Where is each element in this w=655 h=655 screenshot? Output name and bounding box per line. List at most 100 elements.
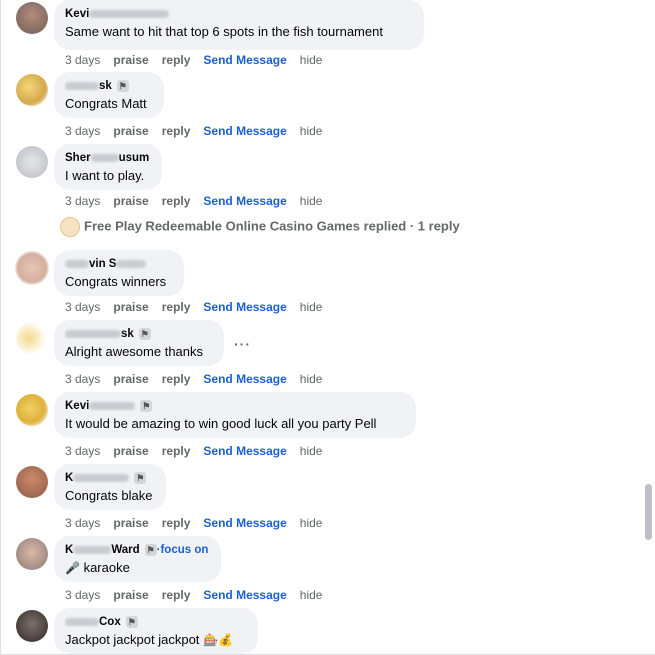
comment-actions: 3 days praise reply Send Message hide [65,194,335,208]
comment-bubble: Cox ⚑ Jackpot jackpot jackpot 🎰💰 [54,608,258,654]
avatar[interactable] [16,2,48,34]
commenter-name[interactable]: K Ward ⚑ ·focus on [65,543,209,557]
money-bag-icon: 💰 [217,633,233,647]
replies-text: Free Play Redeemable Online Casino Games… [84,218,460,234]
comment-actions: 3 days praise reply Send Message hide [65,53,335,67]
comment-text: Congrats blake [65,488,153,503]
avatar[interactable] [16,252,48,284]
send-message-button[interactable]: Send Message [203,372,286,386]
comment-actions: 3 days praise reply Send Message hide [65,300,335,314]
praise-button[interactable]: praise [113,588,148,602]
reply-button[interactable]: reply [162,53,191,67]
commenter-name[interactable]: vin S [65,257,172,271]
hide-button[interactable]: hide [300,194,323,208]
comment-text: I want to play. [65,168,145,183]
comment-bubble: sk ⚑ Congrats Matt [54,72,164,118]
flag-icon: ⚑ [140,399,153,412]
comment-actions: 3 days praise reply Send Message hide [65,372,335,386]
comment-text: Same want to hit that top 6 spots in the… [65,24,383,39]
send-message-button[interactable]: Send Message [203,588,286,602]
reply-button[interactable]: reply [162,588,191,602]
commenter-name[interactable]: K ⚑ [65,471,154,485]
send-message-button[interactable]: Send Message [203,124,286,138]
commenter-name[interactable]: Kevi [65,7,412,21]
more-options-icon[interactable]: ··· [234,336,251,352]
comment-text: Congrats Matt [65,96,147,111]
hide-button[interactable]: hide [300,300,323,314]
reply-button[interactable]: reply [162,444,191,458]
comment-bubble: Kevi ⚑ It would be amazing to win good lu… [54,392,416,438]
avatar[interactable] [16,538,48,570]
flag-icon: ⚑ [144,543,157,556]
commenter-name[interactable]: Sher usum [65,151,150,165]
hide-button[interactable]: hide [300,53,323,67]
hide-button[interactable]: hide [300,444,323,458]
comment-actions: 3 days praise reply Send Message hide [65,444,335,458]
scrollbar-thumb[interactable] [645,484,652,540]
send-message-button[interactable]: Send Message [203,516,286,530]
comment-bubble: vin S Congrats winners [54,250,184,296]
reply-button[interactable]: reply [162,516,191,530]
comment-actions: 3 days praise reply Send Message hide [65,124,335,138]
send-message-button[interactable]: Send Message [203,444,286,458]
timestamp[interactable]: 3 days [65,53,100,67]
hide-button[interactable]: hide [300,124,323,138]
timestamp[interactable]: 3 days [65,516,100,530]
flag-icon: ⚑ [116,79,129,92]
comment-text: It would be amazing to win good luck all… [65,416,377,431]
praise-button[interactable]: praise [113,194,148,208]
reply-button[interactable]: reply [162,124,191,138]
hide-button[interactable]: hide [300,516,323,530]
comment-text: 🎤 karaoke [65,560,130,575]
comment-text: Alright awesome thanks [65,344,204,359]
timestamp[interactable]: 3 days [65,194,100,208]
comment-bubble: sk ⚑ Alright awesome thanks [54,320,224,366]
view-replies-link[interactable]: Free Play Redeemable Online Casino Games… [60,217,460,237]
comment-bubble: K ⚑ Congrats blake [54,464,166,510]
praise-button[interactable]: praise [113,124,148,138]
comment-bubble: Kevi Same want to hit that top 6 spots i… [54,0,424,50]
flag-icon: ⚑ [134,471,147,484]
comment-actions: 3 days praise reply Send Message hide [65,516,335,530]
timestamp[interactable]: 3 days [65,300,100,314]
flag-icon: ⚑ [138,327,151,340]
avatar[interactable] [16,466,48,498]
timestamp[interactable]: 3 days [65,124,100,138]
praise-button[interactable]: praise [113,444,148,458]
timestamp[interactable]: 3 days [65,372,100,386]
page-avatar-icon [60,217,80,237]
avatar[interactable] [16,74,48,106]
praise-button[interactable]: praise [113,516,148,530]
reply-button[interactable]: reply [162,194,191,208]
comment-actions: 3 days praise reply Send Message hide [65,588,335,602]
focus-on-link[interactable]: ·focus on [157,544,209,556]
timestamp[interactable]: 3 days [65,588,100,602]
avatar[interactable] [16,394,48,426]
praise-button[interactable]: praise [113,53,148,67]
send-message-button[interactable]: Send Message [203,194,286,208]
commenter-name[interactable]: Kevi ⚑ [65,399,404,413]
avatar[interactable] [16,610,48,642]
reply-button[interactable]: reply [162,300,191,314]
flag-icon: ⚑ [125,615,138,628]
slot-machine-icon: 🎰 [203,633,218,647]
comment-text: Jackpot jackpot jackpot 🎰💰 [65,632,233,647]
timestamp[interactable]: 3 days [65,444,100,458]
avatar[interactable] [16,146,48,178]
commenter-name[interactable]: Cox ⚑ [65,615,246,629]
comment-bubble: K Ward ⚑ ·focus on 🎤 karaoke [54,536,221,582]
praise-button[interactable]: praise [113,372,148,386]
send-message-button[interactable]: Send Message [203,53,286,67]
praise-button[interactable]: praise [113,300,148,314]
left-border [0,0,1,655]
comment-bubble: Sher usum I want to play. [54,144,162,190]
send-message-button[interactable]: Send Message [203,300,286,314]
hide-button[interactable]: hide [300,372,323,386]
microphone-icon: 🎤 [65,561,80,575]
reply-button[interactable]: reply [162,372,191,386]
hide-button[interactable]: hide [300,588,323,602]
avatar[interactable] [16,322,48,354]
commenter-name[interactable]: sk ⚑ [65,327,212,341]
comment-text: Congrats winners [65,274,167,289]
commenter-name[interactable]: sk ⚑ [65,79,152,93]
